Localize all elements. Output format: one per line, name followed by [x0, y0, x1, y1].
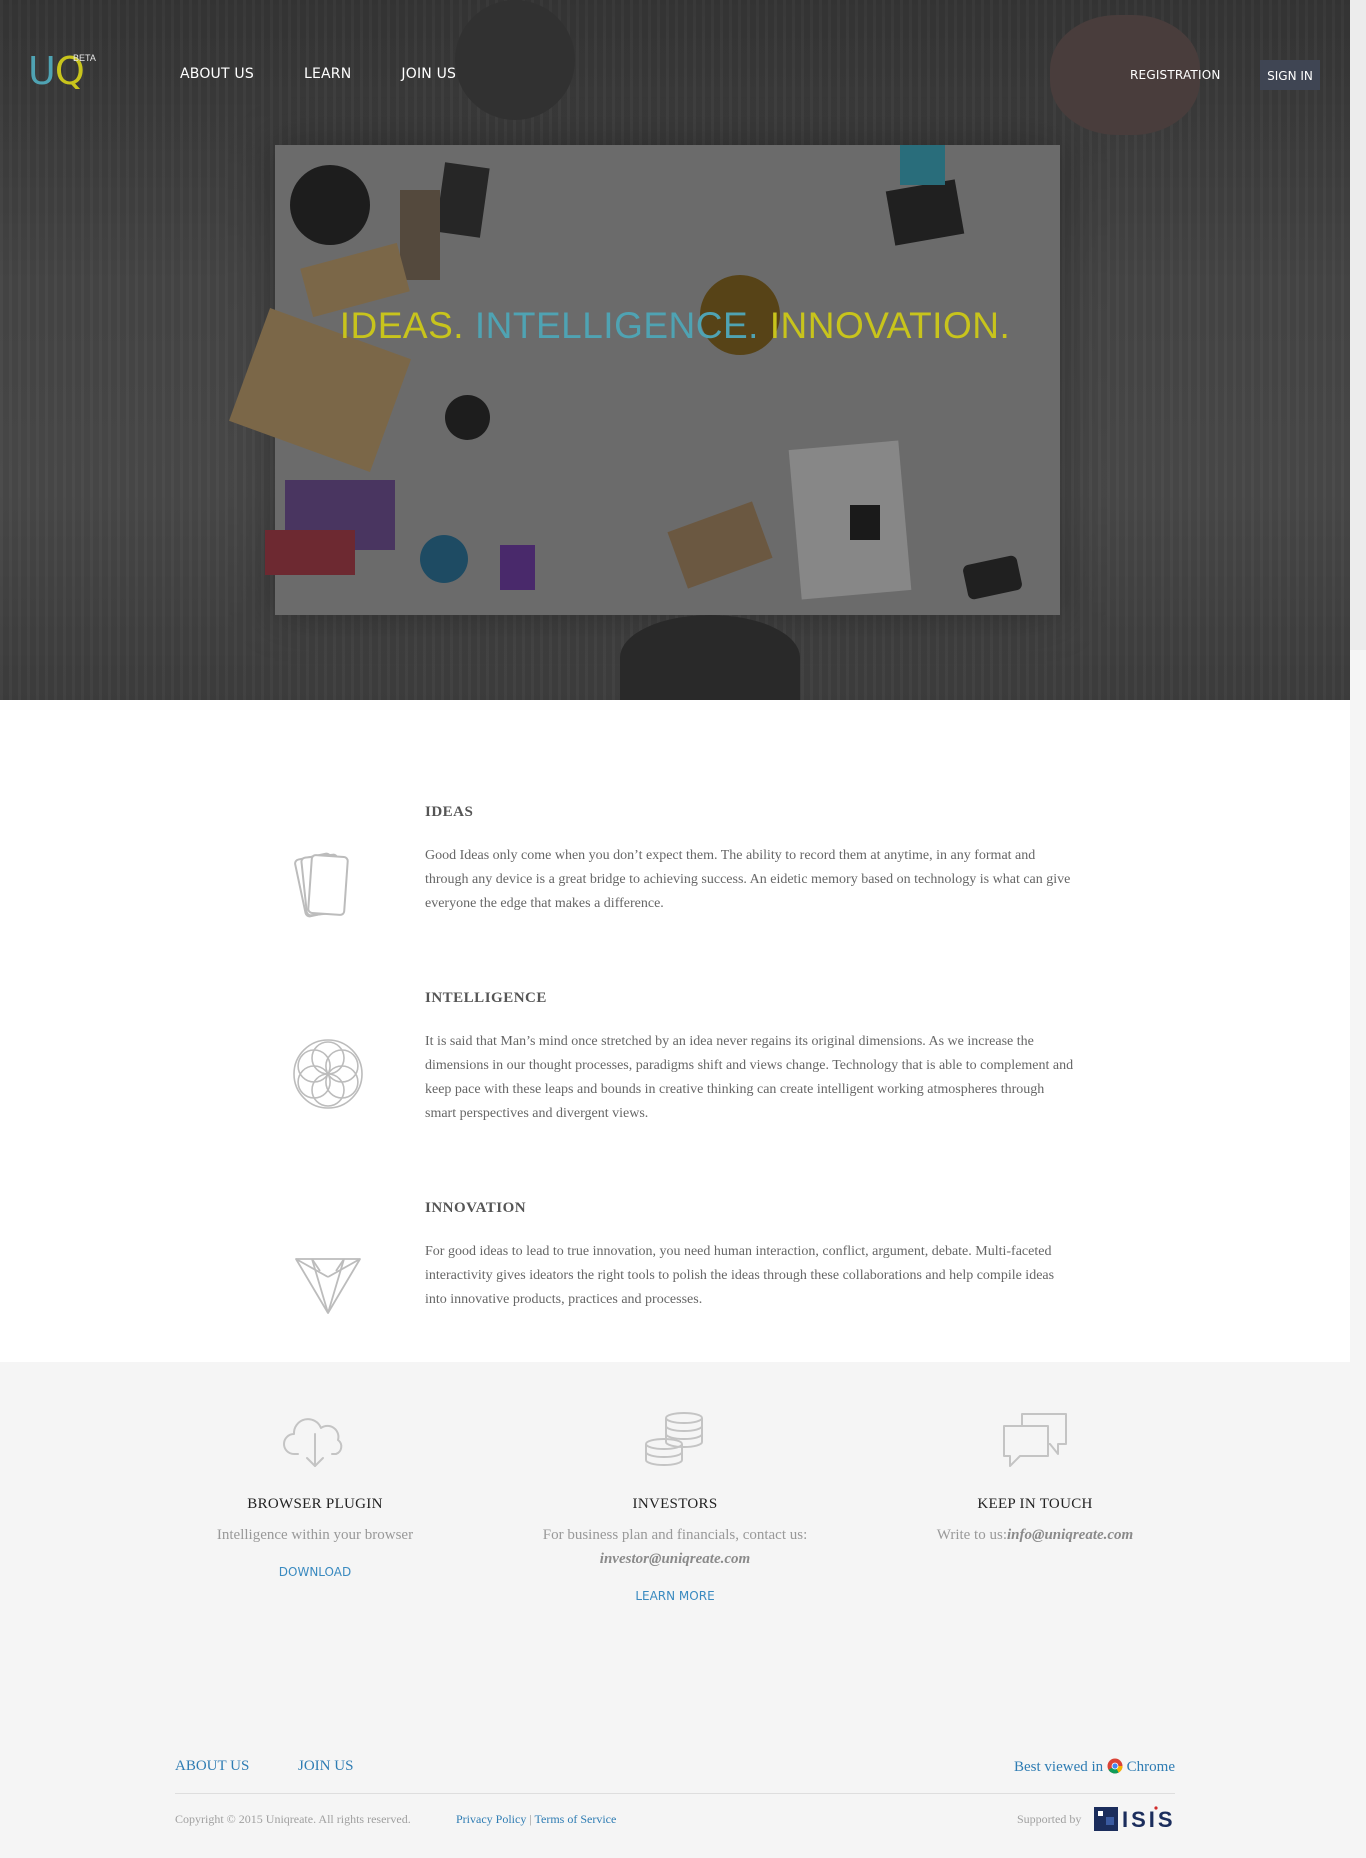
hero-tagline: IDEAS. INTELLIGENCE. INNOVATION.: [0, 305, 1350, 347]
copyright-text: Copyright © 2015 Uniqreate. All rights r…: [175, 1812, 411, 1826]
investors-block: INVESTORS For business plan and financia…: [495, 1410, 855, 1605]
main-nav: ABOUT US LEARN JOIN US: [180, 66, 456, 82]
cards-icon: [294, 852, 349, 918]
hero-scrollbar: [1350, 0, 1366, 650]
coins-icon: [645, 1412, 703, 1466]
isis-wordmark: ISIS: [1122, 1807, 1176, 1831]
flower-of-life-icon: [293, 1039, 363, 1109]
keep-in-touch-block: KEEP IN TOUCH Write to us:info@uniqreate…: [855, 1410, 1215, 1547]
feature-title: INTELLIGENCE: [425, 990, 547, 1006]
nav-learn[interactable]: LEARN: [304, 66, 351, 82]
footer-divider: [175, 1793, 1175, 1794]
investors-text: For business plan and financials, contac…: [495, 1523, 855, 1571]
plugin-title: BROWSER PLUGIN: [247, 1496, 383, 1512]
beta-badge: BETA: [73, 53, 96, 63]
investors-title: INVESTORS: [632, 1496, 718, 1512]
sign-in-button[interactable]: SIGN IN: [1260, 60, 1320, 90]
link-separator: |: [529, 1812, 532, 1826]
supported-by-label: Supported by: [1017, 1812, 1082, 1826]
plugin-text: Intelligence within your browser: [216, 1527, 414, 1543]
browser-plugin-block: BROWSER PLUGIN Intelligence within your …: [135, 1410, 495, 1581]
investor-email[interactable]: investor@uniqreate.com: [600, 1551, 750, 1567]
tagline-ideas: IDEAS.: [339, 305, 465, 346]
best-viewed-label: Best viewed in: [1014, 1759, 1104, 1775]
footer-join-us[interactable]: JOIN US: [298, 1758, 353, 1775]
feature-description: For good ideas to lead to true innovatio…: [425, 1244, 1055, 1307]
chrome-label: Chrome: [1126, 1759, 1175, 1775]
terms-of-service-link[interactable]: Terms of Service: [535, 1812, 617, 1826]
contact-text: Write to us:info@uniqreate.com: [855, 1523, 1215, 1547]
info-section: BROWSER PLUGIN Intelligence within your …: [0, 1362, 1350, 1858]
contact-text-line: Write to us:: [936, 1527, 1007, 1543]
hero-banner: UQ BETA ABOUT US LEARN JOIN US REGISTRAT…: [0, 0, 1350, 700]
nav-join-us[interactable]: JOIN US: [401, 66, 456, 82]
investors-text-line: For business plan and financials, contac…: [542, 1527, 808, 1543]
feature-description: Good Ideas only come when you don’t expe…: [425, 848, 1071, 911]
best-viewed-note: Best viewed in Chrome: [1014, 1758, 1175, 1776]
feature-title: IDEAS: [425, 804, 474, 820]
learn-more-link[interactable]: LEARN MORE: [635, 1589, 714, 1603]
features-section: IDEAS Good Ideas only come when you don’…: [0, 700, 1350, 1362]
contact-title: KEEP IN TOUCH: [977, 1496, 1093, 1512]
nav-about-us[interactable]: ABOUT US: [180, 66, 254, 82]
footer-about-us[interactable]: ABOUT US: [175, 1758, 249, 1775]
chrome-icon: [1107, 1758, 1123, 1774]
feature-description: It is said that Man’s mind once stretche…: [425, 1034, 1074, 1121]
policy-links: Privacy Policy | Terms of Service: [456, 1812, 616, 1827]
feature-title: INNOVATION: [425, 1200, 527, 1216]
privacy-policy-link[interactable]: Privacy Policy: [456, 1812, 526, 1826]
cloud-download-icon: [283, 1418, 343, 1467]
chat-bubbles-icon: [1003, 1413, 1067, 1467]
registration-link[interactable]: REGISTRATION: [1130, 68, 1221, 82]
contact-email[interactable]: info@uniqreate.com: [1007, 1527, 1133, 1543]
download-link[interactable]: DOWNLOAD: [279, 1565, 351, 1579]
tagline-innovation: INNOVATION.: [769, 305, 1011, 346]
diamond-icon: [295, 1258, 361, 1314]
tagline-intelligence: INTELLIGENCE.: [474, 305, 759, 346]
isis-sponsor-logo[interactable]: ISIS: [1094, 1805, 1176, 1831]
